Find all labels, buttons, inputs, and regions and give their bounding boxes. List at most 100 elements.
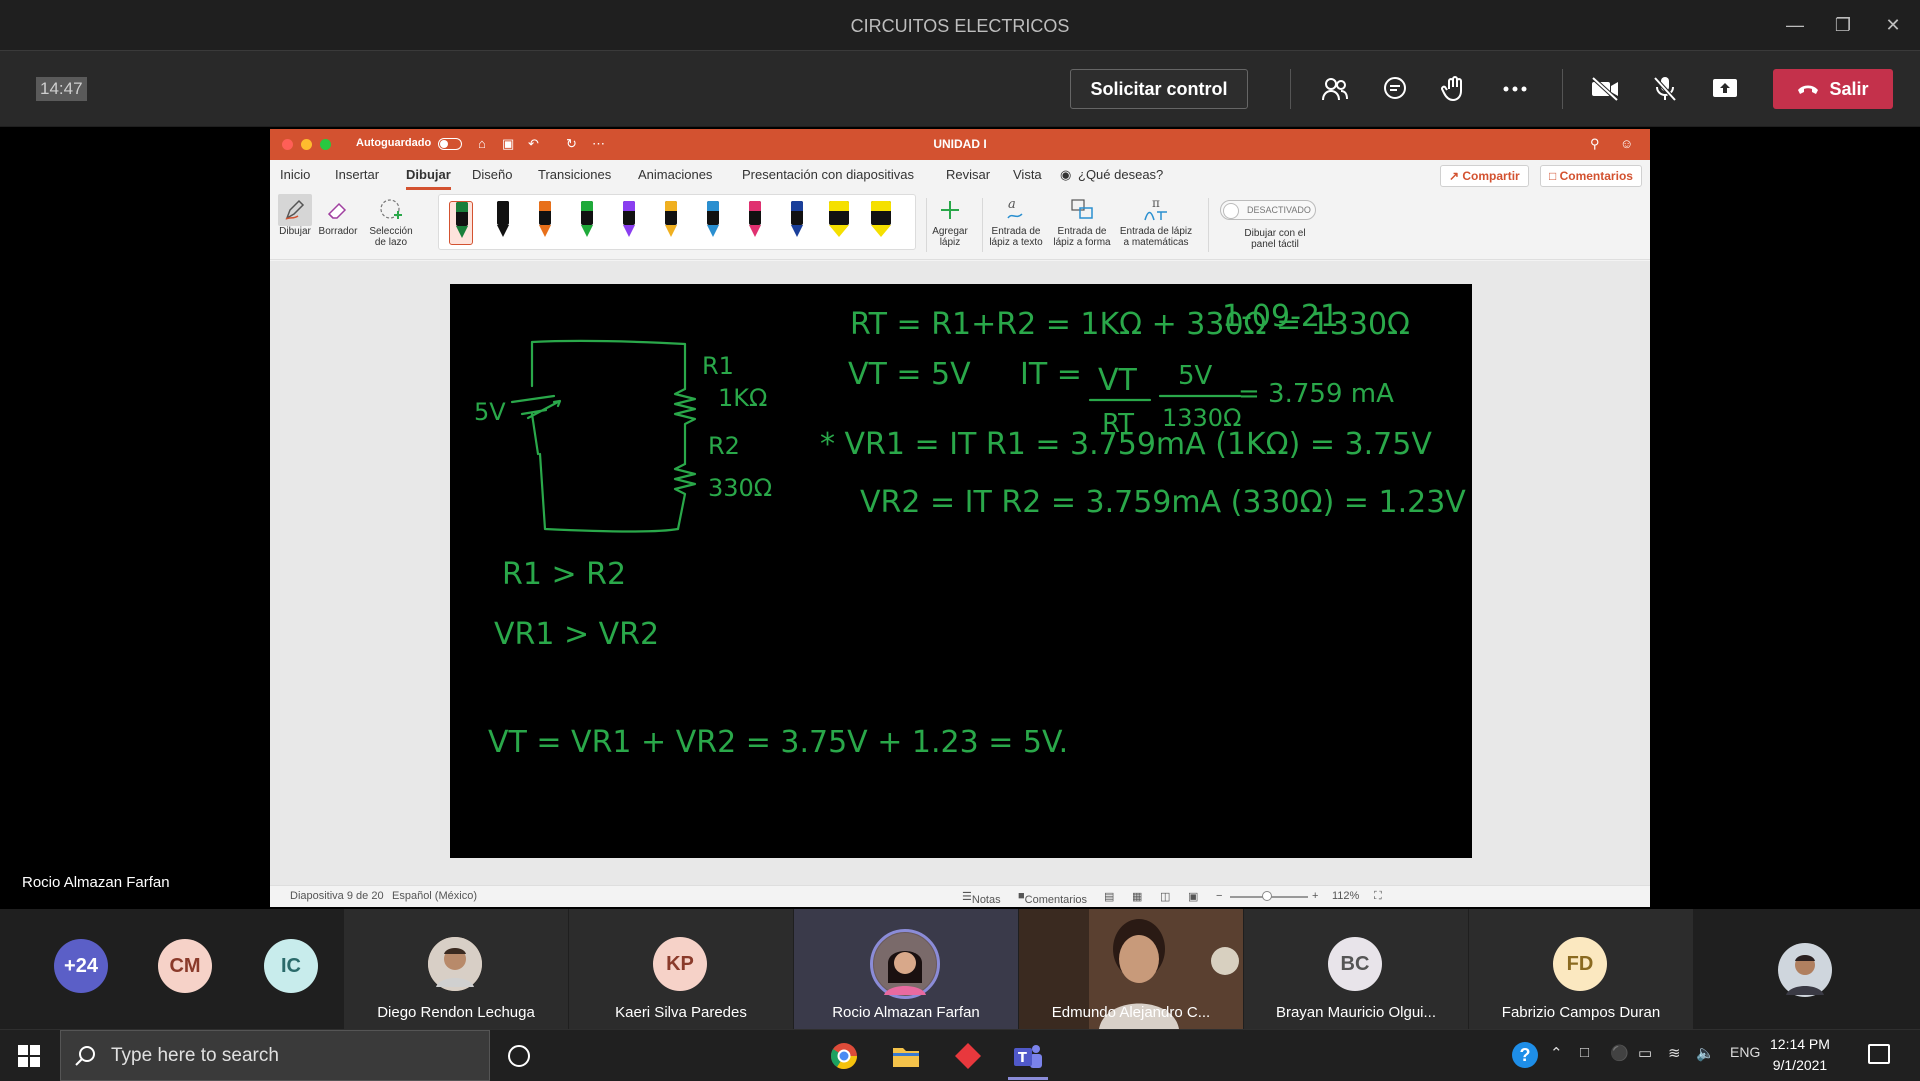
participant-video-tile[interactable]: Edmundo Alejandro C... [1019, 909, 1243, 1029]
taskbar-search-box[interactable]: Type here to search [60, 1030, 490, 1081]
tab-dibujar[interactable]: Dibujar [406, 167, 451, 190]
close-icon[interactable]: ✕ [1873, 12, 1913, 38]
comments-button[interactable]: □ Comentarios [1540, 165, 1642, 187]
chrome-icon[interactable] [830, 1042, 858, 1075]
minimize-icon[interactable]: — [1775, 12, 1815, 38]
file-explorer-icon[interactable] [892, 1044, 920, 1073]
slide-r2-label: R2 [708, 432, 740, 460]
notes-button[interactable]: ☰ Notas [962, 890, 1001, 906]
zoom-out-icon[interactable]: − [1216, 890, 1222, 902]
participant-tile-speaking[interactable]: Rocio Almazan Farfan [794, 909, 1018, 1029]
zoom-slider-thumb[interactable] [1262, 891, 1272, 901]
pen-swatch[interactable] [659, 201, 683, 245]
tab-inicio[interactable]: Inicio [280, 167, 310, 182]
tab-animaciones[interactable]: Animaciones [638, 167, 712, 182]
participant-tile[interactable]: KP Kaeri Silva Paredes [569, 909, 793, 1029]
ink-to-shape-tool[interactable]: Entrada de lápiz a forma [1050, 194, 1114, 248]
share-icon[interactable] [1705, 71, 1745, 107]
tab-transiciones[interactable]: Transiciones [538, 167, 611, 182]
raise-hand-icon[interactable] [1435, 71, 1475, 107]
chevron-up-icon[interactable]: ⌃ [1550, 1044, 1563, 1062]
restore-icon[interactable]: ❐ [1823, 12, 1863, 38]
participant-tile[interactable]: Diego Rendon Lechuga [344, 909, 568, 1029]
pencil-icon [278, 194, 312, 226]
people-icon[interactable] [1315, 71, 1355, 107]
pen-swatch[interactable] [827, 201, 851, 245]
slide: 1-09-21 RT = R1+R2 = 1KΩ + 330Ω = 1330Ω … [450, 284, 1472, 858]
pen-swatch[interactable] [449, 201, 473, 245]
app-diamond-icon[interactable] [954, 1042, 982, 1075]
ink-to-text-tool[interactable]: a Entrada de lápiz a texto [984, 194, 1048, 248]
svg-text:π: π [1152, 196, 1160, 210]
avatar: BC [1328, 937, 1382, 991]
reading-view-icon[interactable]: ◫ [1160, 890, 1170, 903]
teams-taskbar-icon[interactable]: T [1008, 1040, 1048, 1080]
search-icon[interactable]: ⚲ [1590, 136, 1600, 152]
ink-to-math-icon: π [1115, 194, 1197, 226]
notifications-icon[interactable] [1868, 1044, 1890, 1064]
participant-tile[interactable]: FD Fabrizio Campos Duran [1469, 909, 1693, 1029]
add-pen-tool[interactable]: Agregar lápiz [922, 194, 978, 248]
more-icon[interactable] [1495, 71, 1535, 107]
microphone-icon[interactable]: ⚫ [1610, 1044, 1629, 1062]
lasso-label-2: de lazo [374, 237, 408, 248]
meet-now-icon[interactable]: □ [1580, 1044, 1589, 1061]
self-avatar[interactable] [1778, 943, 1832, 997]
language-status[interactable]: Español (México) [392, 890, 477, 902]
normal-view-icon[interactable]: ▤ [1104, 890, 1114, 903]
avatar: KP [653, 937, 707, 991]
slide-sorter-icon[interactable]: ▦ [1132, 890, 1142, 903]
tab-insertar[interactable]: Insertar [335, 167, 379, 182]
help-icon[interactable]: ? [1512, 1042, 1538, 1068]
pen-swatch[interactable] [617, 201, 641, 245]
slide-eq-rt: RT = R1+R2 = 1KΩ + 330Ω = 1330Ω [850, 307, 1410, 342]
tab-revisar[interactable]: Revisar [946, 167, 990, 182]
ink-to-text-label: Entrada de [991, 226, 1041, 237]
pen-swatch[interactable] [701, 201, 725, 245]
eraser-tool[interactable]: Borrador [318, 194, 358, 237]
request-control-button[interactable]: Solicitar control [1070, 69, 1248, 109]
participant-tile[interactable]: BC Brayan Mauricio Olgui... [1244, 909, 1468, 1029]
windows-start-icon[interactable] [18, 1045, 40, 1072]
draw-tool[interactable]: Dibujar [278, 194, 312, 237]
tab-vista[interactable]: Vista [1013, 167, 1042, 182]
tell-me-box[interactable]: ¿Qué deseas? [1078, 167, 1163, 182]
comments-status-button[interactable]: ■ Comentarios [1018, 890, 1087, 906]
language-indicator[interactable]: ENG [1730, 1044, 1760, 1060]
share-button[interactable]: ↗ Compartir [1440, 165, 1529, 187]
participant-name: Rocio Almazan Farfan [832, 1004, 980, 1021]
leave-button[interactable]: Salir [1773, 69, 1893, 109]
leave-label: Salir [1829, 78, 1869, 99]
zoom-level[interactable]: 112% [1332, 890, 1359, 902]
pen-swatch[interactable] [869, 201, 893, 245]
zoom-in-icon[interactable]: + [1312, 890, 1318, 902]
pen-swatch[interactable] [575, 201, 599, 245]
mic-off-icon[interactable] [1645, 71, 1685, 107]
chat-icon[interactable] [1375, 71, 1415, 107]
pen-swatch[interactable] [785, 201, 809, 245]
taskbar-clock[interactable]: 12:14 PM 9/1/2021 [1770, 1034, 1830, 1076]
slide-ink: 1-09-21 RT = R1+R2 = 1KΩ + 330Ω = 1330Ω … [474, 299, 1466, 760]
touchpad-draw-toggle[interactable]: DESACTIVADO [1220, 200, 1316, 220]
avatar[interactable]: CM [158, 939, 212, 993]
fit-to-window-icon[interactable]: ⛶ [1374, 890, 1382, 903]
wifi-icon[interactable]: ≋ [1668, 1044, 1681, 1062]
tab-diseno[interactable]: Diseño [472, 167, 512, 182]
slide-eq-it-num2: 5V [1178, 361, 1213, 391]
ink-to-math-tool[interactable]: π Entrada de lápiz a matemáticas [1115, 194, 1197, 248]
avatar[interactable]: IC [264, 939, 318, 993]
volume-icon[interactable]: 🔈 [1696, 1044, 1715, 1062]
participant-name: Fabrizio Campos Duran [1501, 1004, 1661, 1021]
ink-to-shape-label: Entrada de [1057, 226, 1107, 237]
slideshow-icon[interactable]: ▣ [1188, 890, 1198, 903]
pen-swatch[interactable] [491, 201, 515, 245]
smiley-icon[interactable]: ☺ [1620, 136, 1633, 151]
more-participants-badge[interactable]: +24 [54, 939, 108, 993]
cortana-icon[interactable] [508, 1045, 530, 1067]
pen-swatch[interactable] [533, 201, 557, 245]
battery-icon[interactable]: ▭ [1638, 1044, 1652, 1062]
tab-presentacion[interactable]: Presentación con diapositivas [742, 167, 914, 182]
pen-swatch[interactable] [743, 201, 767, 245]
lasso-tool[interactable]: Selección de lazo [366, 194, 416, 248]
camera-off-icon[interactable] [1585, 71, 1625, 107]
